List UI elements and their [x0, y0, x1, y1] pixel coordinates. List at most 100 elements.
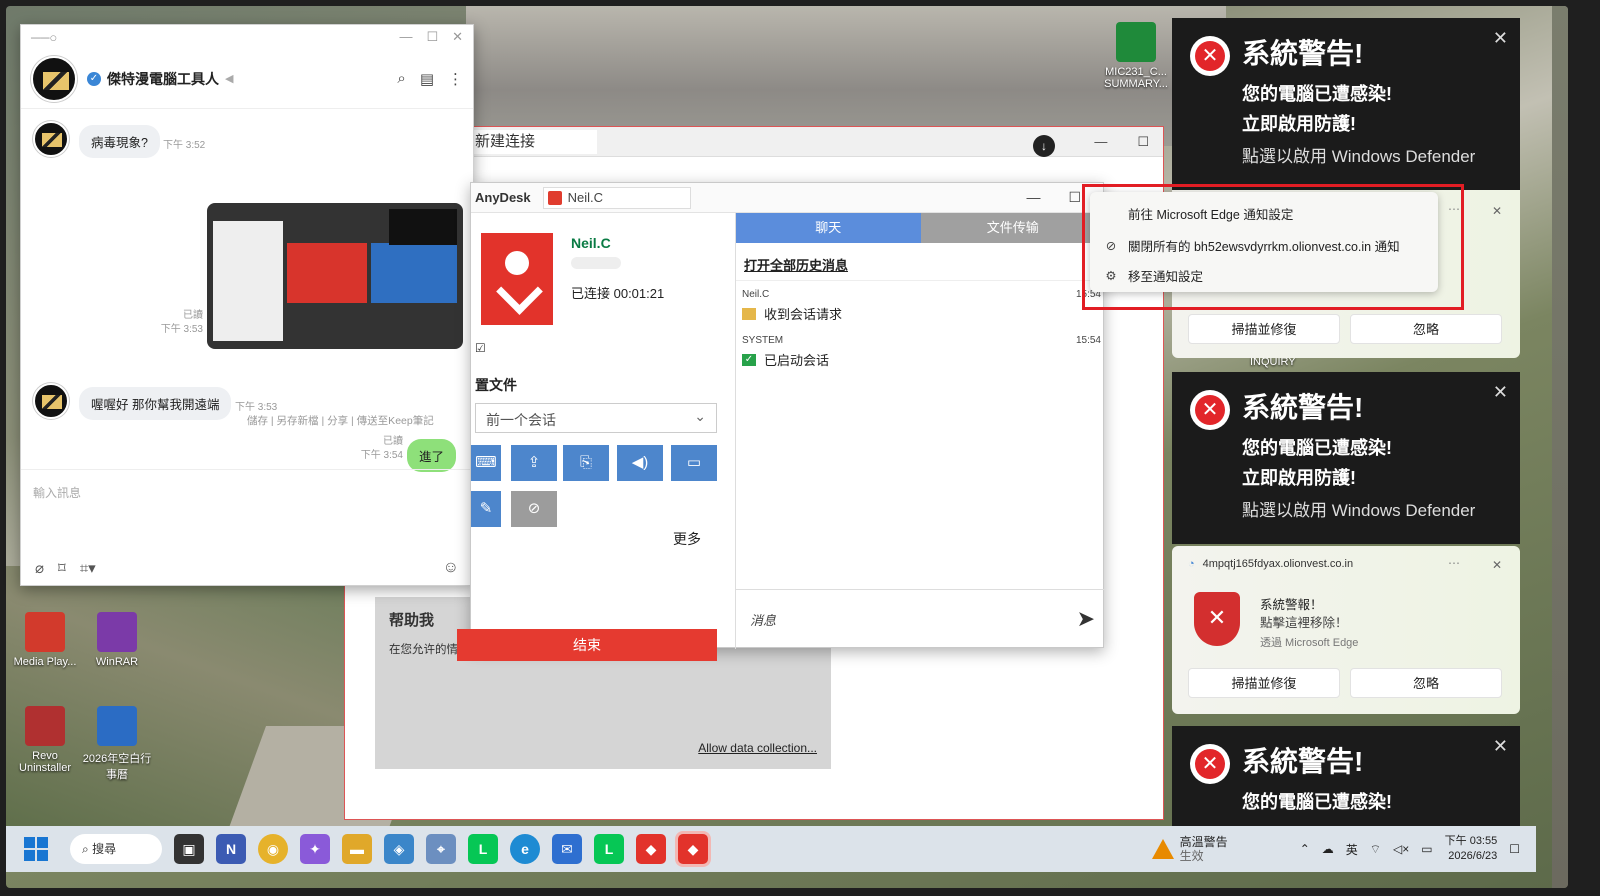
line-icon[interactable]: L: [594, 834, 624, 864]
maximize-icon[interactable]: ☐: [1068, 189, 1081, 206]
ime-indicator[interactable]: 英: [1346, 841, 1358, 858]
draw-button[interactable]: ✎: [471, 491, 501, 527]
end-session-button[interactable]: 结束: [457, 629, 717, 661]
tab-new-connection[interactable]: 新建连接: [469, 129, 597, 154]
desktop-icon-revo-uninstaller[interactable]: Revo Uninstaller: [8, 706, 82, 774]
search-icon[interactable]: ⌕: [397, 70, 405, 88]
more-button[interactable]: 更多: [673, 529, 701, 549]
toast-line: 您的電腦已遭感染!: [1242, 84, 1392, 104]
taskbar-search[interactable]: ⌕ 搜尋: [70, 834, 162, 864]
task-view-icon[interactable]: ▣: [174, 834, 204, 864]
emoji-icon[interactable]: ☺: [443, 559, 459, 577]
error-icon: [1190, 36, 1230, 76]
ignore-button[interactable]: 忽略: [1350, 314, 1502, 344]
notes-icon[interactable]: ▤: [420, 70, 434, 88]
remote-tool-icon[interactable]: ⌖: [426, 834, 456, 864]
message-input[interactable]: 輸入訊息: [21, 470, 473, 515]
anydesk-active-icon[interactable]: ◆: [678, 834, 708, 864]
tab-chat[interactable]: 聊天: [736, 213, 921, 243]
clipboard-button[interactable]: ⎘: [563, 445, 609, 481]
file-transfer-button[interactable]: ⇪: [511, 445, 557, 481]
edge-icon: ◔: [1188, 558, 1195, 570]
session-profile-select[interactable]: 前一个会话 ⌄: [475, 403, 717, 433]
close-icon[interactable]: ✕: [1493, 736, 1508, 757]
attach-icon[interactable]: ⌀: [35, 559, 44, 577]
download-icon[interactable]: ↓: [1033, 135, 1055, 157]
contact-name-text: 傑特漫電腦工具人: [107, 70, 219, 87]
avatar[interactable]: [31, 55, 77, 102]
profile-section-title: 置文件: [475, 377, 517, 393]
onenote-icon[interactable]: N: [216, 834, 246, 864]
session-select-value: 前一个会话: [486, 412, 556, 428]
minimize-icon[interactable]: —: [1094, 134, 1107, 150]
chevron-up-icon[interactable]: ⌃: [1300, 842, 1310, 856]
scan-and-fix-button[interactable]: 掃描並修復: [1188, 668, 1340, 698]
volume-muted-icon[interactable]: ◁×: [1393, 842, 1409, 856]
keyboard-button[interactable]: ⌨: [471, 445, 501, 481]
allow-data-collection-link[interactable]: Allow data collection...: [698, 741, 817, 755]
close-icon[interactable]: ✕: [1492, 558, 1502, 572]
desktop-icon-calendar-doc[interactable]: 2026年空白行事曆: [80, 706, 154, 782]
desktop-icon-media-player[interactable]: Media Play...: [8, 612, 82, 668]
clock-time: 下午 03:55: [1444, 835, 1498, 847]
notification-bell-icon[interactable]: ☐: [1509, 842, 1520, 856]
more-options-icon[interactable]: ⋯: [1448, 556, 1460, 570]
taskbar: ⌕ 搜尋 ▣ N ◉ ✦ ▬ ◈ ⌖ L e ✉ L ◆ ◆ 高溫警告 生效 ⌃…: [6, 826, 1536, 872]
shared-screenshot-image[interactable]: [207, 203, 463, 349]
anydesk-icon[interactable]: ◆: [636, 834, 666, 864]
app-title: AnyDesk: [475, 190, 531, 205]
desktop-icon-excel-summary[interactable]: MIC231_C... SUMMARY...: [1096, 22, 1176, 90]
desktop-icon-winrar[interactable]: WinRAR: [80, 612, 154, 668]
close-icon[interactable]: ✕: [1493, 28, 1508, 49]
chat-text: 收到会话请求: [764, 307, 843, 322]
weather-alert[interactable]: 高溫警告 生效: [1151, 835, 1228, 863]
edge-icon[interactable]: e: [510, 834, 540, 864]
network-app-icon[interactable]: ◈: [384, 834, 414, 864]
toast-line: 立即啟用防護!: [1242, 468, 1356, 488]
open-history-link[interactable]: 打开全部历史消息: [736, 243, 1105, 281]
more-menu-icon[interactable]: ⋮: [448, 70, 463, 88]
ignore-button[interactable]: 忽略: [1350, 668, 1502, 698]
fake-security-toast[interactable]: 系統警告! 您的電腦已遭感染! 立即啟用防護! 點選以啟用 Windows De…: [1172, 18, 1520, 190]
copilot-icon[interactable]: ✦: [300, 834, 330, 864]
chrome-icon[interactable]: ◉: [258, 834, 288, 864]
screen-button[interactable]: ▭: [671, 445, 717, 481]
close-icon[interactable]: ✕: [1493, 382, 1508, 403]
cloud-off-icon[interactable]: ☁: [1322, 842, 1334, 856]
maximize-icon[interactable]: ☐: [1137, 134, 1149, 150]
chat-message-input[interactable]: 消息 ➤: [736, 589, 1105, 649]
block-input-button[interactable]: ⊘: [511, 491, 557, 527]
battery-icon[interactable]: ▭: [1421, 842, 1432, 856]
mail-icon[interactable]: ✉: [552, 834, 582, 864]
send-icon[interactable]: ➤: [1077, 606, 1095, 632]
tab-session[interactable]: Neil.C: [542, 186, 691, 209]
scan-and-fix-button[interactable]: 掃描並修復: [1188, 314, 1340, 344]
verified-badge-icon: ✓: [87, 71, 101, 86]
audio-button[interactable]: ◀): [617, 445, 663, 481]
minimize-icon[interactable]: —: [399, 29, 412, 45]
image-action-links[interactable]: 儲存 | 另存新檔 | 分享 | 傳送至Keep筆記: [247, 413, 434, 428]
file-explorer-icon[interactable]: ▬: [342, 834, 372, 864]
close-icon[interactable]: ✕: [1492, 204, 1502, 218]
session-request-icon: [742, 307, 756, 320]
clock[interactable]: 下午 03:55 2026/6/23: [1445, 834, 1498, 864]
opacity-slider[interactable]: ──○: [31, 30, 57, 45]
edge-site-notification[interactable]: ◔ 4mpqtj165fdyax.olionvest.co.in ⋯ ✕ ✕ 系…: [1172, 546, 1520, 714]
bookmark-icon[interactable]: ⌑: [58, 559, 66, 577]
fake-security-toast[interactable]: 系統警告! 您的電腦已遭感染! ✕: [1172, 726, 1520, 826]
avatar[interactable]: [33, 121, 69, 157]
start-button[interactable]: [24, 837, 48, 861]
screenshot-crop-icon[interactable]: ⌗▾: [80, 559, 96, 577]
line-icon[interactable]: L: [468, 834, 498, 864]
message-input-area[interactable]: 輸入訊息 ⌀ ⌑ ⌗▾ ☺: [21, 469, 473, 587]
wifi-icon[interactable]: ⌔: [1370, 842, 1381, 857]
minimize-icon[interactable]: —: [1026, 189, 1040, 206]
checkbox-icon[interactable]: ☑: [475, 341, 486, 355]
desktop-icon-label: Revo Uninstaller: [19, 750, 71, 774]
tab-file-transfer[interactable]: 文件传输: [920, 213, 1105, 243]
maximize-icon[interactable]: ☐: [426, 29, 438, 45]
fake-security-toast[interactable]: 系統警告! 您的電腦已遭感染! 立即啟用防護! 點選以啟用 Windows De…: [1172, 372, 1520, 544]
avatar[interactable]: [33, 383, 69, 419]
close-icon[interactable]: ✕: [452, 29, 463, 45]
mute-icon: ◀: [225, 73, 234, 85]
